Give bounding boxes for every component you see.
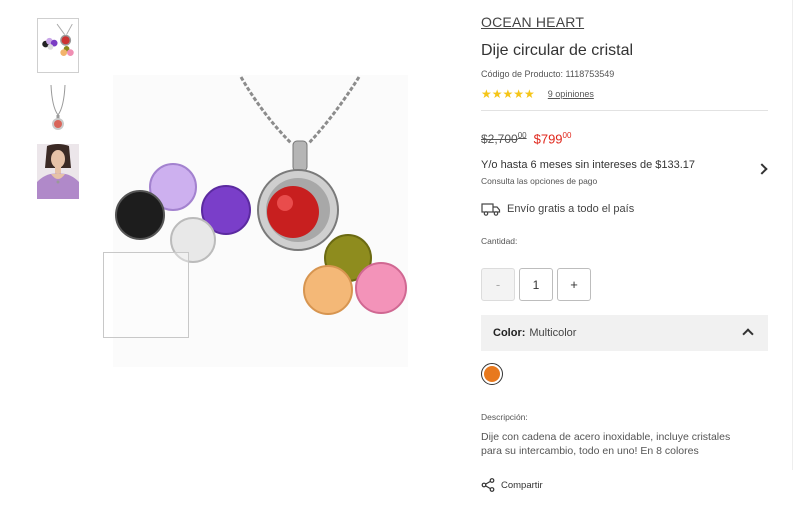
payment-options-text: Consulta las opciones de pago (481, 176, 598, 186)
increase-quantity-button[interactable]: + (557, 268, 591, 301)
thumbnail-pendant-stones[interactable] (37, 18, 79, 73)
pendant-with-stones-thumbnail (42, 23, 74, 56)
color-swatch-multicolor[interactable] (481, 363, 503, 385)
rating: ★★★★★ 9 opiniones (481, 87, 768, 101)
description-text: Dije con cadena de acero inoxidable, inc… (481, 431, 731, 457)
sale-price: $79900 (533, 131, 572, 147)
product-sku: Código de Producto: 1118753549 (481, 69, 615, 79)
star-rating-icon: ★★★★★ (481, 87, 535, 101)
color-selector-header[interactable]: Color: Multicolor (481, 315, 768, 351)
thumbnail-list (37, 18, 79, 207)
thumbnail-model[interactable] (37, 144, 79, 199)
color-value: Multicolor (529, 327, 577, 339)
necklace-thumbnail (50, 84, 66, 130)
zoom-lens (103, 252, 189, 338)
brand-link[interactable]: OCEAN HEART (481, 14, 584, 30)
model-wearing-necklace-thumbnail (37, 144, 79, 199)
quantity-label: Cantidad: (481, 236, 518, 246)
installments-row[interactable]: Y/o hasta 6 meses sin intereses de $133.… (481, 159, 768, 186)
page-edge (792, 0, 800, 470)
old-price: $2,70000 (481, 131, 527, 146)
share-icon (481, 478, 495, 492)
divider (481, 110, 768, 111)
color-label: Color: (493, 327, 526, 339)
share-button[interactable]: Compartir (481, 478, 768, 492)
thumbnail-necklace[interactable] (37, 81, 79, 136)
swatch-fill (484, 366, 500, 382)
price-block: $2,70000 $79900 (481, 131, 768, 147)
product-title: Dije circular de cristal (481, 42, 634, 59)
quantity-stepper: - + (481, 268, 768, 301)
decrease-quantity-button[interactable]: - (481, 268, 515, 301)
shipping-info: Envío gratis a todo el país (481, 202, 768, 216)
share-label: Compartir (501, 479, 543, 491)
reviews-link[interactable]: 9 opiniones (548, 89, 594, 99)
truck-icon (481, 203, 501, 216)
quantity-input[interactable] (519, 268, 553, 301)
chevron-up-icon[interactable] (742, 328, 754, 340)
shipping-text: Envío gratis a todo el país (507, 203, 635, 215)
product-info: OCEAN HEART Dije circular de cristal Cód… (481, 14, 768, 492)
installments-text: Y/o hasta 6 meses sin intereses de $133.… (481, 159, 696, 171)
description-label: Descripción: (481, 412, 528, 422)
